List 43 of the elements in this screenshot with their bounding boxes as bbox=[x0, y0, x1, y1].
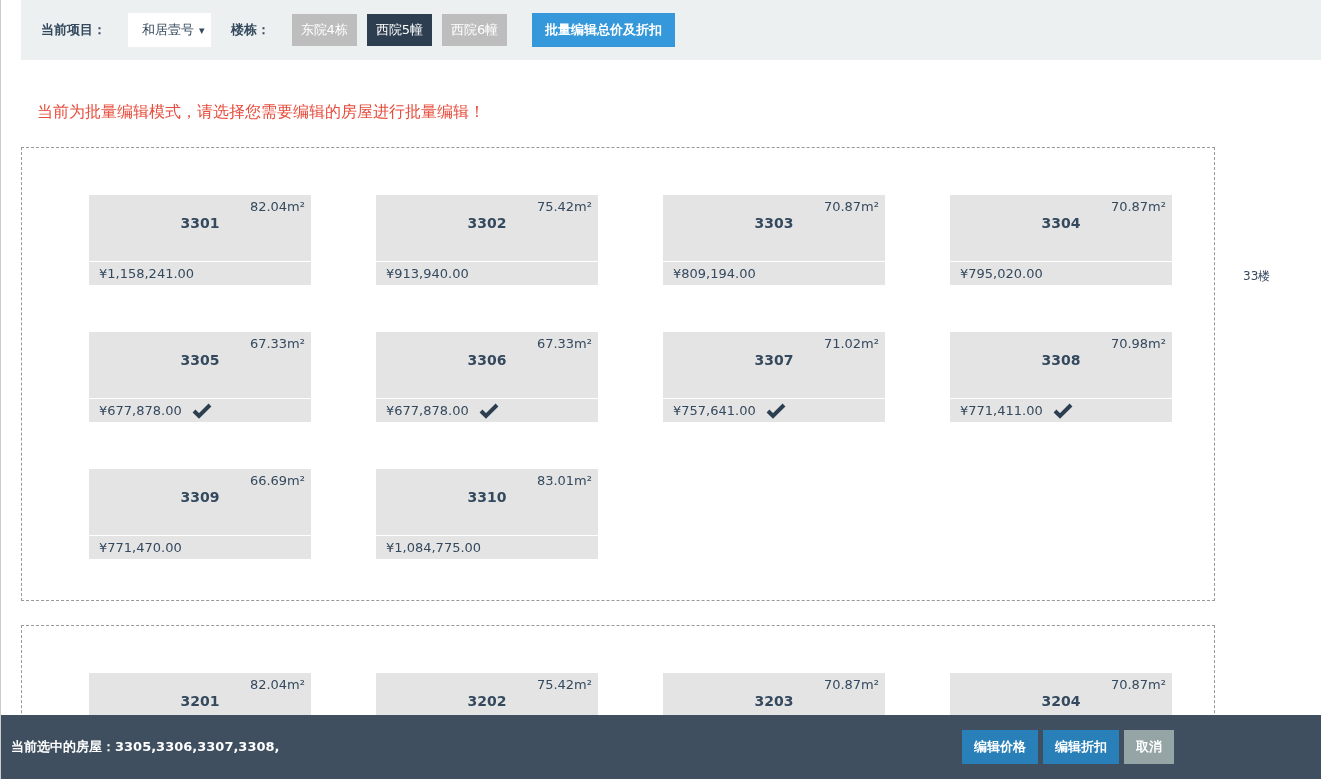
room-price: ¥771,470.00 bbox=[99, 540, 182, 555]
room-area: 83.01m² bbox=[536, 473, 592, 488]
floor-label: 33楼 bbox=[1243, 268, 1271, 285]
room-price: ¥809,194.00 bbox=[673, 266, 756, 281]
room-number: 3302 bbox=[467, 215, 507, 231]
selection-text: 当前选中的房屋：3305,3306,3307,3308, bbox=[11, 738, 280, 756]
building-label: 楼栋： bbox=[230, 21, 270, 39]
room-number: 3201 bbox=[180, 693, 220, 709]
room-number: 3202 bbox=[467, 693, 507, 709]
room-number: 3203 bbox=[754, 693, 794, 709]
room-number: 3303 bbox=[754, 215, 794, 231]
room-number: 3304 bbox=[1041, 215, 1081, 231]
room-number: 3204 bbox=[1041, 693, 1081, 709]
room-area: 71.02m² bbox=[823, 336, 879, 351]
room-number: 3310 bbox=[467, 489, 507, 505]
room-price: ¥677,878.00 bbox=[99, 403, 182, 418]
room-area: 70.87m² bbox=[1110, 677, 1166, 692]
room-number: 3301 bbox=[180, 215, 220, 231]
room-area: 67.33m² bbox=[536, 336, 592, 351]
room-area: 70.87m² bbox=[1110, 199, 1166, 214]
room-number: 3309 bbox=[180, 489, 220, 505]
room-number: 3308 bbox=[1041, 352, 1081, 368]
project-label: 当前项目： bbox=[41, 21, 106, 39]
room-number: 3306 bbox=[467, 352, 507, 368]
room-area: 66.69m² bbox=[249, 473, 305, 488]
room-area: 75.42m² bbox=[536, 199, 592, 214]
room-number: 3305 bbox=[180, 352, 220, 368]
room-area: 82.04m² bbox=[249, 199, 305, 214]
room-area: 70.98m² bbox=[1110, 336, 1166, 351]
room-area: 70.87m² bbox=[823, 677, 879, 692]
room-price: ¥1,084,775.00 bbox=[386, 540, 482, 555]
room-price: ¥795,020.00 bbox=[960, 266, 1043, 281]
room-price: ¥1,158,241.00 bbox=[99, 266, 195, 281]
room-price: ¥771,411.00 bbox=[960, 403, 1043, 418]
room-price: ¥677,878.00 bbox=[386, 403, 469, 418]
room-number: 3307 bbox=[754, 352, 794, 368]
room-price: ¥757,641.00 bbox=[673, 403, 756, 418]
room-area: 75.42m² bbox=[536, 677, 592, 692]
notice-text: 当前为批量编辑模式，请选择您需要编辑的房屋进行批量编辑！ bbox=[37, 102, 486, 123]
room-price: ¥913,940.00 bbox=[386, 266, 469, 281]
room-area: 82.04m² bbox=[249, 677, 305, 692]
room-area: 70.87m² bbox=[823, 199, 879, 214]
room-area: 67.33m² bbox=[249, 336, 305, 351]
